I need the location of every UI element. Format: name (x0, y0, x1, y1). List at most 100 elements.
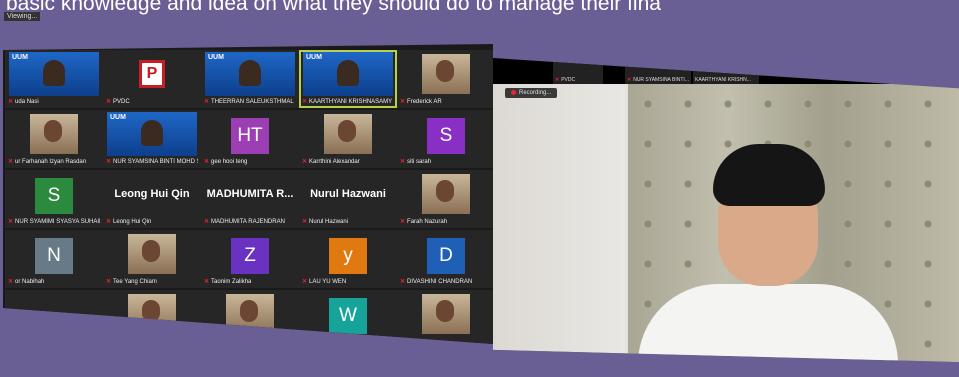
participant-tile[interactable] (201, 290, 299, 344)
participant-tile[interactable] (5, 290, 103, 344)
participant-tile[interactable]: ✕ Farah Nazurah (397, 170, 493, 228)
participant-tile[interactable]: Leong Hui Qin ✕ Leong Hui Qin (103, 170, 201, 228)
mic-muted-icon: ✕ (302, 279, 308, 285)
participant-tile[interactable]: ✕ Frederick AR (397, 50, 493, 108)
record-dot-icon (511, 90, 516, 95)
participant-display-name: Nurul Hazwani (310, 188, 386, 200)
participant-tile[interactable]: UUM ✕ NUR SYAMSINA BINTI MOHD SI (103, 110, 201, 168)
mic-muted-icon: ✕ (8, 159, 14, 165)
participant-tile[interactable]: MADHUMITA R... ✕ MADHUMITA RAJENDRAN (201, 170, 299, 228)
shared-video: UUM (303, 52, 393, 96)
mic-muted-icon: ✕ (400, 279, 406, 285)
participant-tile[interactable]: ✕ Karrthini Alexandar (299, 110, 397, 168)
participant-video (422, 174, 470, 214)
avatar: S (35, 178, 73, 214)
participant-tile[interactable] (103, 290, 201, 344)
participant-tile[interactable]: UUM ✕ uda Nasi (5, 50, 103, 108)
mic-muted-icon: ✕ (302, 219, 308, 225)
participant-tile[interactable]: UUM ✕ THEERRAN SALEUKSTHMAL (201, 50, 299, 108)
participant-video (128, 294, 176, 334)
mic-muted-icon: ✕ (204, 99, 210, 105)
logo-icon: P (139, 60, 165, 88)
participant-video (422, 54, 470, 94)
participant-tile[interactable]: ✕ Tee Yang Chiam (103, 230, 201, 288)
avatar: W (329, 298, 367, 334)
participant-tile[interactable]: ✕ ur Farhanah Izyan Rasdan (5, 110, 103, 168)
participant-name: ✕ NUR SYAMIMI SYASYA SUHAIMI (8, 219, 100, 225)
participant-tile[interactable]: HT ✕ gee hooi teng (201, 110, 299, 168)
mic-muted-icon: ✕ (302, 99, 308, 105)
participant-video (422, 294, 470, 334)
participant-tile[interactable] (397, 290, 493, 344)
participant-tile[interactable]: S ✕ NUR SYAMIMI SYASYA SUHAIMI (5, 170, 103, 228)
participant-tile[interactable]: D ✕ DIVASHINI CHANDRAN (397, 230, 493, 288)
avatar: D (427, 238, 465, 274)
participant-tile[interactable]: y ✕ LAU YU WEN (299, 230, 397, 288)
mic-muted-icon: ✕ (106, 99, 112, 105)
avatar: HT (231, 118, 269, 154)
participant-tile[interactable]: P ✕ PVDC (103, 50, 201, 108)
avatar: y (329, 238, 367, 274)
mic-muted-icon: ✕ (400, 219, 406, 225)
participant-name: ✕ Frederick AR (400, 99, 442, 105)
participant-video (128, 234, 176, 274)
participant-name: ✕ siti sarah (400, 159, 432, 165)
participant-video (226, 294, 274, 334)
thumbnail[interactable]: ✕ PVDC (553, 62, 603, 84)
mic-muted-icon: ✕ (302, 159, 308, 165)
participant-grid: UUM ✕ uda Nasi P ✕ PVDC UUM ✕ THEERRAN SALEUKSTH… (5, 50, 493, 344)
mic-muted-icon: ✕ (400, 99, 406, 105)
participant-name: ✕ PVDC (106, 99, 130, 105)
mic-muted-icon: ✕ (204, 159, 210, 165)
participant-name: ✕ Farah Nazurah (400, 219, 448, 225)
caption-banner: basic knowledge and idea on what they sh… (0, 0, 959, 20)
thumbnail[interactable]: ✕ NUR SYAMSINA BINTI... (625, 62, 691, 84)
speaker-video (493, 84, 959, 362)
participant-tile[interactable]: S ✕ siti sarah (397, 110, 493, 168)
participant-name: ✕ Karrthini Alexandar (302, 159, 360, 165)
participant-video (30, 114, 78, 154)
recording-indicator: Recording... (505, 88, 558, 99)
avatar: N (35, 238, 73, 274)
speaker-thumbnail-strip: ✕ PVDC ✕ NUR SYAMSINA BINTI... KAARTHYANI … (553, 62, 959, 86)
participant-display-name: MADHUMITA R... (206, 188, 294, 200)
participant-tile[interactable]: W (299, 290, 397, 344)
participant-name: ✕ ur Farhanah Izyan Rasdan (8, 159, 87, 165)
participant-name: ✕ or Nabihah (8, 279, 45, 285)
speaker-person (638, 144, 898, 362)
mic-muted-icon: ✕ (204, 219, 210, 225)
participant-name: ✕ THEERRAN SALEUKSTHMAL (204, 99, 294, 105)
participant-tile[interactable]: N ✕ or Nabihah (5, 230, 103, 288)
participant-name: ✕ DIVASHINI CHANDRAN (400, 279, 473, 285)
participant-name: ✕ Nurul Hazwani (302, 219, 349, 225)
participant-name: ✕ Taonim Zalikha (204, 279, 252, 285)
shared-video: UUM (9, 52, 99, 96)
participant-name: ✕ gee hooi teng (204, 159, 248, 165)
avatar: Z (231, 238, 269, 274)
viewing-badge: Viewing... (4, 12, 41, 21)
shared-video: UUM (205, 52, 295, 96)
mic-muted-icon: ✕ (204, 279, 210, 285)
participant-name: ✕ MADHUMITA RAJENDRAN (204, 219, 285, 225)
speaker-view: ✕ PVDC ✕ NUR SYAMSINA BINTI... KAARTHYANI … (493, 58, 959, 362)
avatar: S (427, 118, 465, 154)
participant-name: ✕ Leong Hui Qin (106, 219, 152, 225)
participant-name: ✕ LAU YU WEN (302, 279, 347, 285)
participant-name: ✕ uda Nasi (8, 99, 39, 105)
mic-muted-icon: ✕ (106, 219, 112, 225)
participant-display-name: Leong Hui Qin (114, 188, 190, 200)
participant-video (324, 114, 372, 154)
thumbnail[interactable]: KAARTHYANI KRISHN... (693, 62, 759, 84)
participant-name: ✕ KAARTHYANI KRISHNASAMY (302, 99, 393, 105)
mic-muted-icon: ✕ (400, 159, 406, 165)
participant-tile[interactable]: Z ✕ Taonim Zalikha (201, 230, 299, 288)
participant-name: ✕ Tee Yang Chiam (106, 279, 157, 285)
participant-tile[interactable]: UUM ✕ KAARTHYANI KRISHNASAMY (299, 50, 397, 108)
mic-muted-icon: ✕ (8, 219, 14, 225)
mic-muted-icon: ✕ (8, 99, 14, 105)
mic-muted-icon: ✕ (8, 279, 14, 285)
participant-tile[interactable]: Nurul Hazwani ✕ Nurul Hazwani (299, 170, 397, 228)
mic-muted-icon: ✕ (106, 279, 112, 285)
gallery-view: UUM ✕ uda Nasi P ✕ PVDC UUM ✕ THEERRAN SALEUKSTH… (3, 44, 493, 344)
mic-muted-icon: ✕ (106, 159, 112, 165)
